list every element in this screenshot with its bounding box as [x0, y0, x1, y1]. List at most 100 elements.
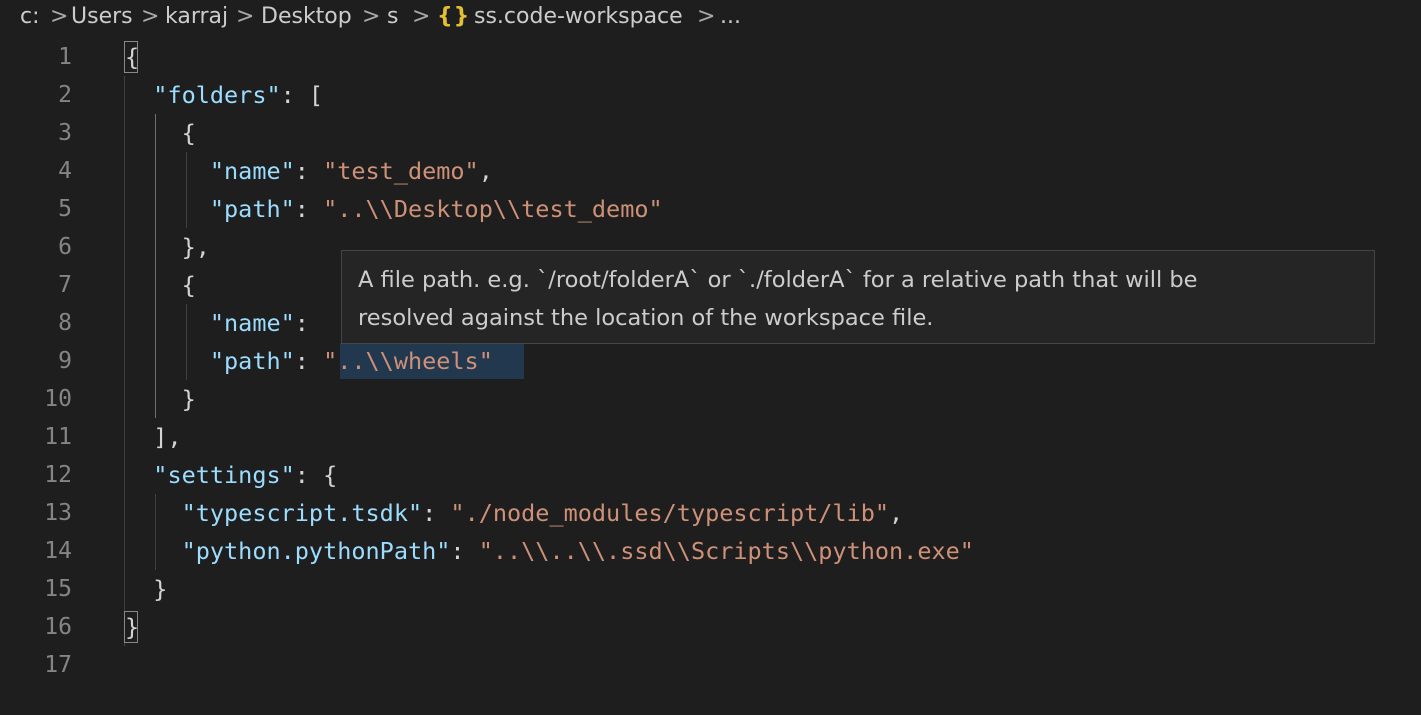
code-text[interactable]: "settings": { [125, 456, 337, 494]
code-text[interactable]: "path": "..\\Desktop\\test_demo" [125, 190, 663, 228]
line-number: 5 [58, 196, 72, 222]
line-number: 17 [44, 652, 72, 678]
code-line[interactable]: 17 [0, 646, 1421, 684]
json-key: "name" [209, 157, 295, 185]
json-punctuation: : [450, 537, 479, 565]
json-punctuation: : [294, 157, 324, 185]
code-line[interactable]: 10 } [0, 380, 1421, 418]
code-line[interactable]: 3 { [0, 114, 1421, 152]
line-number: 16 [44, 614, 72, 640]
code-line[interactable]: 16} [0, 608, 1421, 646]
line-number: 11 [44, 424, 72, 450]
json-key: "folders" [153, 81, 281, 109]
json-key: "typescript.tsdk" [181, 499, 423, 527]
json-string: "test_demo" [323, 157, 479, 185]
json-punctuation: , [889, 499, 904, 527]
json-punctuation: : [422, 499, 451, 527]
line-number: 2 [58, 82, 72, 108]
code-text[interactable]: } [125, 608, 139, 646]
json-punctuation: : [294, 195, 324, 223]
line-number: 8 [58, 310, 72, 336]
breadcrumb-item-drive[interactable]: c: [20, 2, 40, 32]
breadcrumb-separator: > [236, 4, 255, 29]
json-punctuation: } [125, 613, 140, 641]
json-string: "..\\..\\.ssd\\Scripts\\python.exe" [478, 537, 974, 565]
breadcrumb-item-users[interactable]: Users [71, 2, 133, 32]
json-punctuation [125, 537, 182, 565]
breadcrumb-separator: > [412, 4, 431, 29]
code-line[interactable]: 12 "settings": { [0, 456, 1421, 494]
code-line[interactable]: 13 "typescript.tsdk": "./node_modules/ty… [0, 494, 1421, 532]
json-punctuation: : [ [280, 81, 324, 109]
code-text[interactable]: { [125, 266, 196, 304]
code-line[interactable]: 15 } [0, 570, 1421, 608]
hover-tooltip: A file path. e.g. `/root/folderA` or `./… [341, 250, 1375, 344]
code-line[interactable]: 5 "path": "..\\Desktop\\test_demo" [0, 190, 1421, 228]
breadcrumb-item-desktop[interactable]: Desktop [261, 2, 352, 32]
json-punctuation [125, 157, 210, 185]
line-number: 1 [58, 44, 72, 70]
code-text[interactable]: "name": "test_demo", [125, 152, 493, 190]
code-editor[interactable]: 1{2 "folders": [3 {4 "name": "test_demo"… [0, 38, 1421, 715]
code-line[interactable]: 9 "path": "..\\wheels" [0, 342, 1421, 380]
line-number: 14 [44, 538, 72, 564]
json-string: "..\\Desktop\\test_demo" [323, 195, 663, 223]
code-text[interactable]: ], [125, 418, 182, 456]
json-punctuation: : [294, 309, 309, 337]
code-text[interactable]: { [125, 38, 139, 76]
json-punctuation [125, 309, 210, 337]
breadcrumb: c: > Users > karraj > Desktop > s > {} s… [0, 0, 1421, 34]
breadcrumb-separator: > [362, 4, 381, 29]
breadcrumb-separator: > [697, 4, 716, 29]
code-line[interactable]: 14 "python.pythonPath": "..\\..\\.ssd\\S… [0, 532, 1421, 570]
json-punctuation: { [125, 43, 140, 71]
code-text[interactable]: } [125, 570, 167, 608]
line-number: 4 [58, 158, 72, 184]
json-key: "python.pythonPath" [181, 537, 451, 565]
json-punctuation [125, 195, 210, 223]
json-punctuation [125, 461, 153, 489]
breadcrumb-item-symbols[interactable]: ... [720, 2, 741, 32]
json-file-icon: {} [437, 4, 471, 29]
code-text[interactable]: } [125, 380, 196, 418]
line-number: 7 [58, 272, 72, 298]
json-punctuation: : [294, 347, 324, 375]
code-line[interactable]: 4 "name": "test_demo", [0, 152, 1421, 190]
json-key: "settings" [153, 461, 295, 489]
json-punctuation: : { [294, 461, 338, 489]
json-punctuation: { [125, 119, 196, 147]
code-text[interactable]: "python.pythonPath": "..\\..\\.ssd\\Scri… [125, 532, 974, 570]
hover-text-line-1: A file path. e.g. `/root/folderA` or `./… [358, 267, 1198, 293]
breadcrumb-item-s[interactable]: s [387, 2, 398, 32]
line-number: 9 [58, 348, 72, 374]
json-punctuation: } [125, 385, 196, 413]
line-number: 12 [44, 462, 72, 488]
json-string: "./node_modules/typescript/lib" [450, 499, 890, 527]
json-string: "..\\wheels" [323, 347, 493, 375]
line-number: 15 [44, 576, 72, 602]
line-number: 3 [58, 120, 72, 146]
json-key: "path" [209, 195, 295, 223]
breadcrumb-item-karraj[interactable]: karraj [165, 2, 228, 32]
json-key: "path" [209, 347, 295, 375]
breadcrumb-separator: > [50, 4, 69, 29]
json-punctuation: , [478, 157, 493, 185]
json-punctuation: } [125, 575, 168, 603]
code-line[interactable]: 1{ [0, 38, 1421, 76]
code-line[interactable]: 11 ], [0, 418, 1421, 456]
json-punctuation: }, [125, 233, 210, 261]
json-punctuation: { [125, 271, 196, 299]
code-text[interactable]: "path": "..\\wheels" [125, 342, 493, 380]
breadcrumb-separator: > [141, 4, 160, 29]
code-text[interactable]: { [125, 114, 196, 152]
code-line[interactable]: 2 "folders": [ [0, 76, 1421, 114]
hover-text-line-2: resolved against the location of the wor… [358, 305, 934, 331]
line-number: 10 [44, 386, 72, 412]
code-text[interactable]: "typescript.tsdk": "./node_modules/types… [125, 494, 904, 532]
json-punctuation [125, 347, 210, 375]
code-text[interactable]: }, [125, 228, 210, 266]
breadcrumb-item-file[interactable]: ss.code-workspace [474, 2, 683, 32]
json-punctuation: ], [125, 423, 182, 451]
code-text[interactable]: "folders": [ [125, 76, 323, 114]
code-text[interactable]: "name": [125, 304, 309, 342]
